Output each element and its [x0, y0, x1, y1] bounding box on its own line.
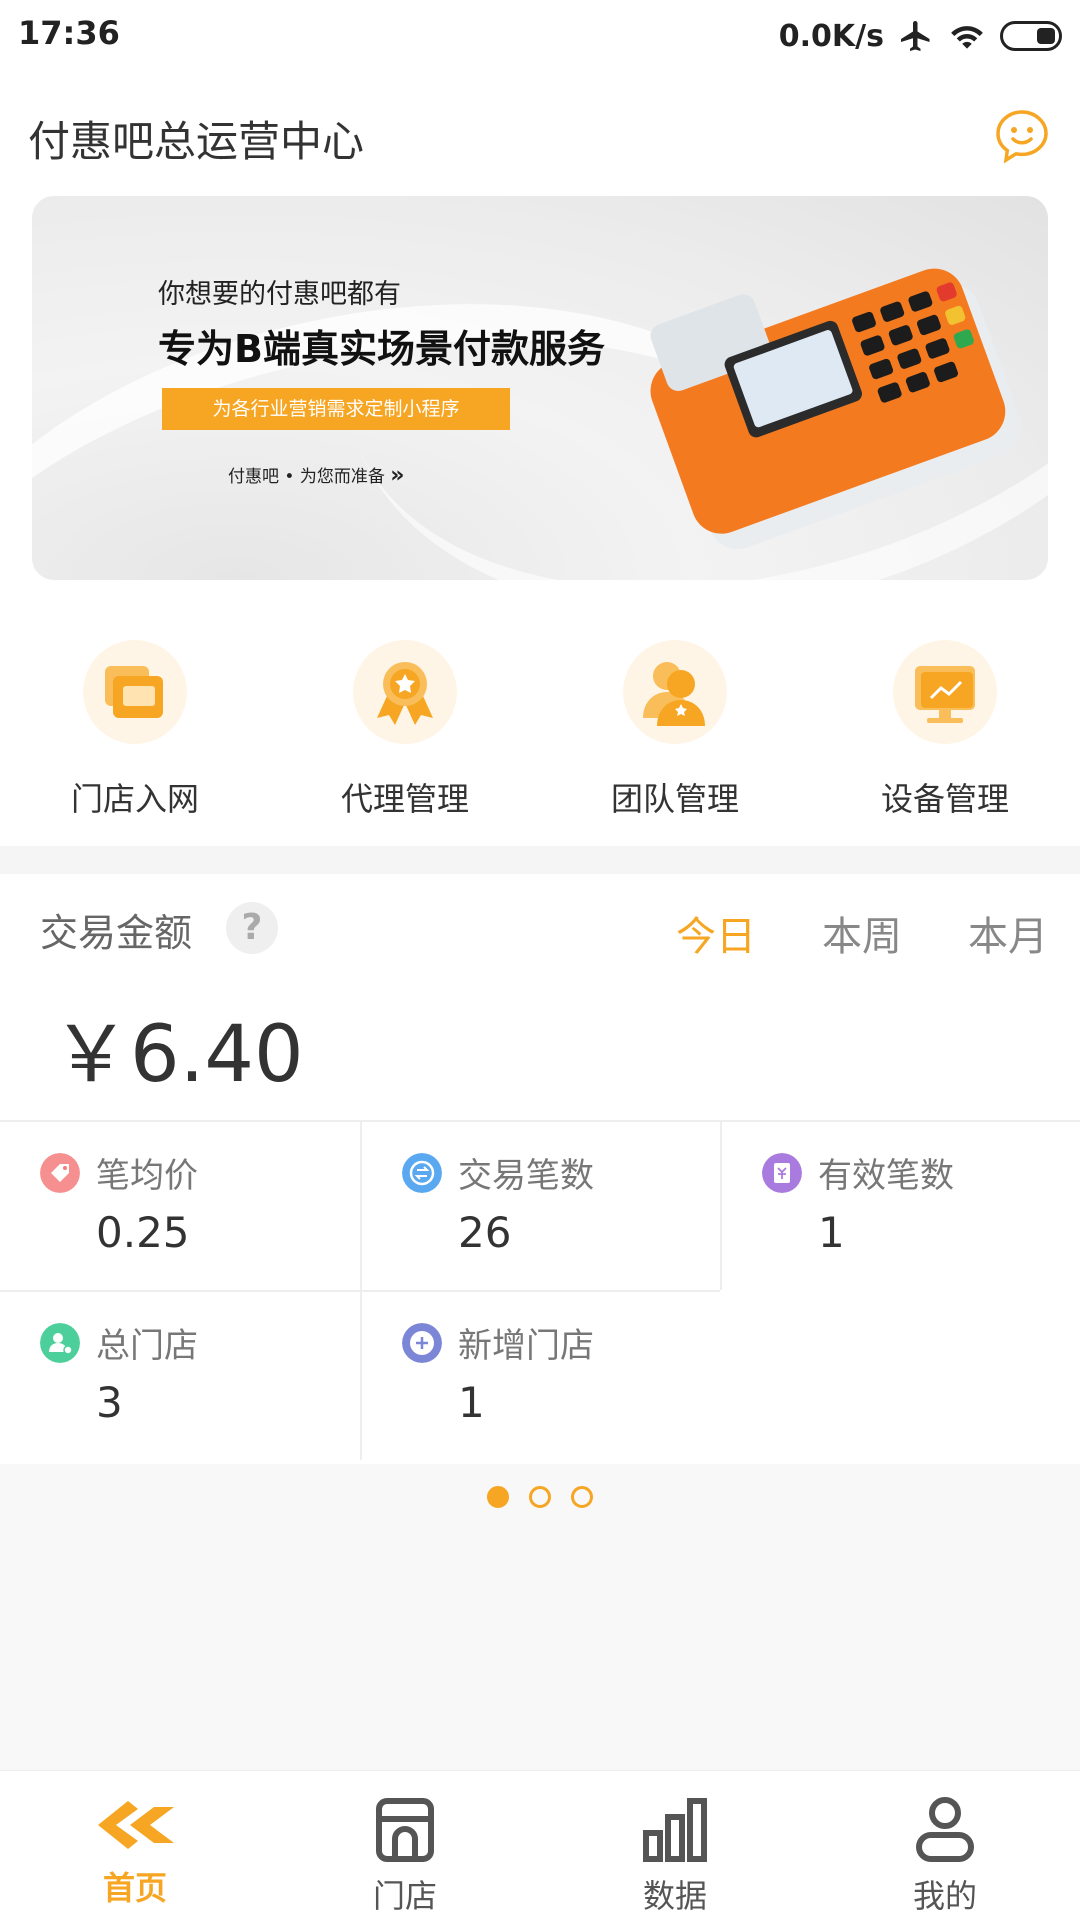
stat-label: 有效笔数: [818, 1156, 954, 1196]
stat-label: 新增门店: [458, 1326, 594, 1366]
transaction-amount: ￥6.40: [52, 1010, 304, 1100]
pager-dot[interactable]: [571, 1486, 593, 1508]
banner-headline: 专为B端真实场景付款服务: [158, 327, 605, 371]
quick-label: 设备管理: [880, 780, 1009, 818]
quick-label: 代理管理: [340, 780, 469, 818]
stat-label: 总门店: [96, 1326, 198, 1366]
quick-item-agent-management[interactable]: 代理管理: [270, 640, 540, 820]
banner-footer-text: 付惠吧 • 为您而准备: [228, 467, 385, 487]
screen: 17:36 0.0K/s 付惠吧总运营中心 你想要的付惠吧都有 专为B端真实场景…: [0, 0, 1080, 1920]
pager-area: [0, 1464, 1080, 1770]
stat-avg-price: 笔均价 0.25: [0, 1120, 360, 1290]
stat-label: 笔均价: [96, 1156, 198, 1196]
store-icon: [83, 640, 187, 744]
double-chevron-icon: »: [390, 463, 405, 488]
page-title: 付惠吧总运营中心: [28, 117, 365, 166]
tab-label: 门店: [372, 1877, 437, 1915]
user-icon: [916, 1797, 974, 1862]
quick-label: 团队管理: [610, 780, 739, 818]
user-icon: [40, 1322, 80, 1363]
banner-tag: 为各行业营销需求定制小程序: [162, 388, 510, 430]
pos-terminal-image: [650, 268, 1022, 550]
status-bar: 17:36 0.0K/s: [0, 0, 1080, 72]
receipt-icon: [762, 1152, 802, 1193]
stat-transaction-count: 交易笔数 26: [360, 1120, 720, 1290]
quick-menu: 门店入网 代理管理 团队管理 设备管理: [0, 640, 1080, 820]
stats-grid: 笔均价 0.25 交易笔数 26 有效笔数 1 总门店 3 新增门店 1: [0, 1120, 1080, 1464]
stat-value: 1: [818, 1208, 845, 1257]
tab-label: 我的: [912, 1877, 977, 1915]
net-speed: 0.0K/s: [778, 18, 884, 54]
tag-icon: [40, 1152, 80, 1193]
tab-label: 数据: [642, 1877, 707, 1915]
tab-this-week[interactable]: 本周: [822, 904, 902, 962]
quick-item-team-management[interactable]: 团队管理: [540, 640, 810, 820]
quick-item-store-onboarding[interactable]: 门店入网: [0, 640, 270, 820]
bottom-tab-bar: 首页 门店 数据 我的: [0, 1770, 1080, 1920]
tab-today[interactable]: 今日: [676, 904, 756, 962]
stat-value: 1: [458, 1378, 485, 1427]
chat-bubble-icon[interactable]: [994, 108, 1050, 164]
status-time: 17:36: [18, 14, 120, 52]
monitor-icon: [893, 640, 997, 744]
stat-valid-count: 有效笔数 1: [720, 1120, 1080, 1290]
stat-value: 0.25: [96, 1208, 190, 1257]
bar-chart-icon: [643, 1798, 707, 1862]
battery-icon: [1000, 21, 1062, 51]
section-divider: [0, 846, 1080, 874]
tab-this-month[interactable]: 本月: [968, 904, 1048, 962]
period-tabs: 今日 本周 本月: [676, 904, 1048, 962]
promo-banner[interactable]: 你想要的付惠吧都有 专为B端真实场景付款服务 为各行业营销需求定制小程序 付惠吧…: [32, 196, 1048, 580]
help-icon[interactable]: ?: [226, 902, 278, 954]
pager-dots: [0, 1486, 1080, 1508]
stat-value: 26: [458, 1208, 512, 1257]
transaction-title: 交易金额: [40, 911, 193, 955]
status-icons: 0.0K/s: [779, 14, 1062, 58]
tab-data[interactable]: 数据: [540, 1771, 810, 1920]
banner-subtitle: 你想要的付惠吧都有: [158, 279, 401, 310]
tab-home[interactable]: 首页: [0, 1771, 270, 1920]
tab-mine[interactable]: 我的: [810, 1771, 1080, 1920]
exchange-icon: [402, 1152, 442, 1193]
quick-item-device-management[interactable]: 设备管理: [810, 640, 1080, 820]
tab-label: 首页: [102, 1869, 167, 1907]
stat-value: 3: [96, 1378, 123, 1427]
plus-icon: [402, 1322, 442, 1363]
wifi-icon: [951, 26, 983, 49]
tab-store[interactable]: 门店: [270, 1771, 540, 1920]
airplane-icon: [901, 21, 930, 51]
quick-label: 门店入网: [70, 780, 199, 818]
home-logo-icon: [98, 1801, 174, 1849]
medal-icon: [353, 640, 457, 744]
pager-dot[interactable]: [529, 1486, 551, 1508]
stat-label: 交易笔数: [458, 1156, 594, 1196]
pager-dot-active[interactable]: [487, 1486, 509, 1508]
banner-footer: 付惠吧 • 为您而准备 »: [228, 462, 404, 488]
store-icon: [376, 1798, 434, 1862]
stat-total-stores: 总门店 3: [0, 1290, 360, 1460]
team-icon: [623, 640, 727, 744]
stat-new-stores: 新增门店 1: [360, 1290, 720, 1460]
